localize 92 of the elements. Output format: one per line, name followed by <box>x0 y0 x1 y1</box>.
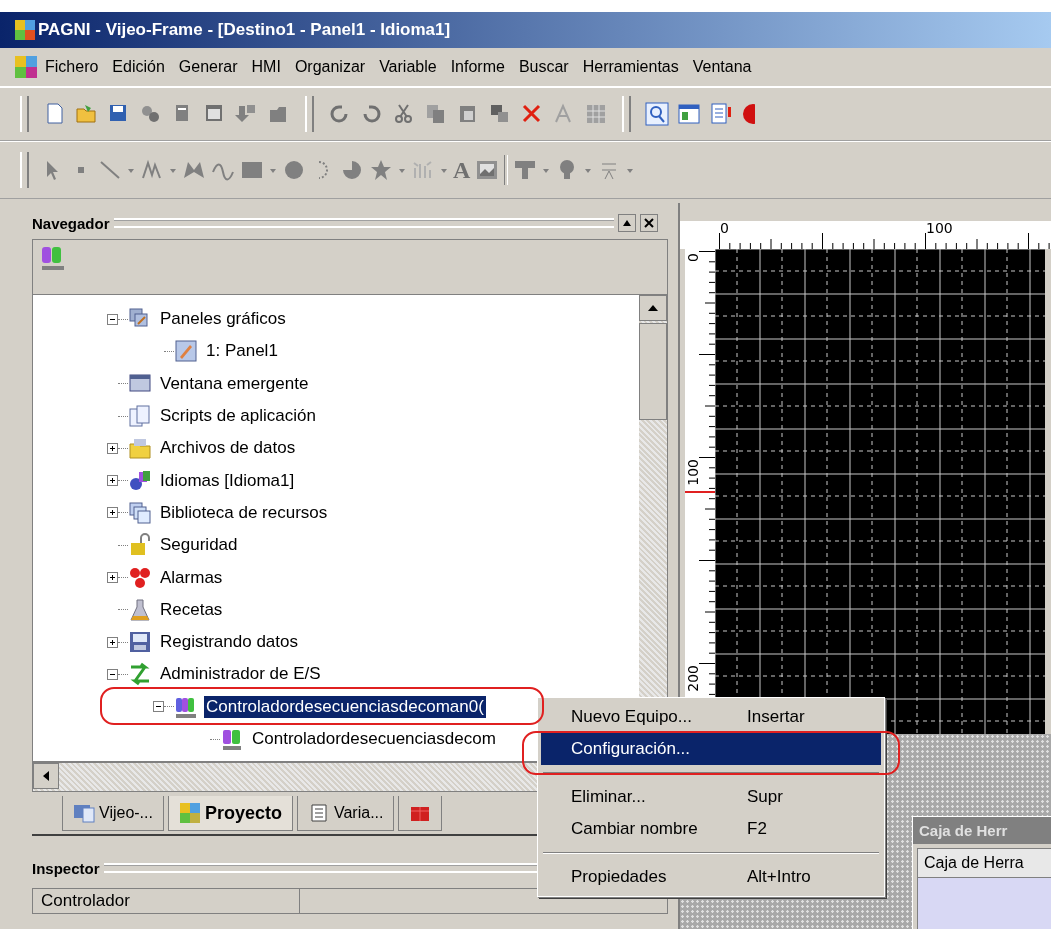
monitor-icon <box>73 802 95 824</box>
window-title: PAGNI - Vijeo-Frame - [Destino1 - Panel1 - Idioma1] <box>38 20 451 40</box>
ruler-label: 100 <box>686 459 700 486</box>
alarm-lights-icon <box>128 565 152 590</box>
tree-item[interactable]: 1: Panel1 <box>204 340 280 363</box>
documents-icon <box>128 404 152 429</box>
arrows-icon <box>128 662 152 687</box>
collapse-icon[interactable] <box>107 313 118 325</box>
window-title: Caja de Herr <box>913 817 1051 844</box>
switch-icon[interactable] <box>513 158 538 182</box>
menu-item[interactable]: Herramientas <box>575 58 686 76</box>
tree-item[interactable]: Scripts de aplicación <box>158 405 318 428</box>
tab[interactable] <box>398 796 443 831</box>
menu-item[interactable]: Ventana <box>685 58 759 76</box>
speech-bubbles-icon <box>128 468 152 493</box>
scroll-left-icon[interactable] <box>33 763 59 789</box>
record-icon[interactable] <box>741 102 755 126</box>
menu-item[interactable]: Buscar <box>511 58 576 76</box>
pie-icon[interactable] <box>340 158 364 182</box>
panel-grip[interactable] <box>113 218 614 228</box>
window-icon[interactable] <box>677 102 701 126</box>
circle-icon[interactable] <box>282 158 306 182</box>
tree-item[interactable]: Biblioteca de recursos <box>158 501 330 524</box>
tree-item[interactable]: Paneles gráficos <box>158 308 288 331</box>
folder-icon <box>128 436 152 461</box>
tab[interactable]: Varia... <box>297 796 395 831</box>
padlock-icon <box>128 533 152 558</box>
star-icon[interactable] <box>369 158 393 182</box>
tree-item[interactable]: Recetas <box>158 598 225 621</box>
tree-item[interactable]: Alarmas <box>158 566 225 589</box>
open-folder-icon[interactable] <box>75 102 99 126</box>
expand-icon[interactable] <box>107 475 118 487</box>
close-icon[interactable] <box>640 214 658 232</box>
menu-item[interactable]: Informe <box>443 58 512 76</box>
equipment-icon <box>220 727 244 751</box>
tree-item[interactable]: Idiomas [Idioma1] <box>158 469 297 492</box>
toolbar-grip[interactable] <box>20 96 29 132</box>
ruler-label: 0 <box>686 253 700 262</box>
ruler-marker <box>685 491 715 493</box>
menu-item[interactable]: Fichero <box>38 58 106 76</box>
toolbar-grip[interactable] <box>622 96 631 132</box>
zoom-icon[interactable] <box>645 102 669 126</box>
panel-title: Inspector <box>32 859 100 877</box>
equipment-icon[interactable] <box>39 244 67 272</box>
pencil-icon <box>174 339 198 364</box>
maximize-icon[interactable] <box>618 214 636 232</box>
tab[interactable]: Vijeo-... <box>62 796 164 831</box>
expand-icon[interactable] <box>107 572 118 583</box>
tree-item[interactable]: Registrando datos <box>158 631 300 654</box>
collapse-icon[interactable] <box>107 668 118 680</box>
expand-icon[interactable] <box>107 442 118 454</box>
report-icon[interactable] <box>709 102 733 126</box>
app-icon <box>178 802 201 824</box>
canvas-grid[interactable] <box>715 249 1045 734</box>
tree-item[interactable]: Seguridad <box>158 534 240 557</box>
tab[interactable]: Proyecto <box>167 796 293 831</box>
collapse-icon[interactable] <box>153 701 164 713</box>
expand-icon[interactable] <box>107 636 118 648</box>
scroll-icon <box>308 802 330 824</box>
ruler-label: 100 <box>926 221 953 235</box>
menu-item[interactable]: Edición <box>105 58 172 76</box>
toolbar-grip[interactable] <box>305 96 314 132</box>
menu-item[interactable]: Eliminar... Supr <box>541 781 881 813</box>
tree-item[interactable]: Ventana emergente <box>158 372 311 395</box>
picture-icon[interactable] <box>475 158 500 182</box>
menu-item[interactable]: Generar <box>171 58 245 76</box>
panel-title: Navegador <box>32 214 110 232</box>
app-icon <box>14 55 38 79</box>
ruler-label: 200 <box>686 665 700 692</box>
line-icon[interactable] <box>98 158 122 182</box>
menu-item[interactable]: Organizar <box>287 58 373 76</box>
menu-item[interactable]: Cambiar nombre F2 <box>541 813 881 845</box>
toolbox-header: Caja de Herra <box>917 848 1051 878</box>
flask-icon <box>128 597 152 622</box>
stacked-pages-icon <box>128 500 152 525</box>
tree-item[interactable]: Controladordesecuenciasdecom <box>250 728 498 750</box>
ruler-label: 0 <box>720 221 729 235</box>
tree-item[interactable]: Controladordesecuenciasdecoman0( <box>204 695 486 718</box>
scrollbar-thumb[interactable] <box>639 323 667 420</box>
grid-icon[interactable] <box>584 102 608 126</box>
property-cell: Controlador <box>33 889 300 913</box>
menu-item[interactable]: Nuevo Equipo... Insertar <box>541 701 881 733</box>
app-icon <box>14 19 36 41</box>
tree-item[interactable]: Administrador de E/S <box>158 663 323 686</box>
menu-item[interactable]: Configuración... <box>541 733 881 765</box>
expand-icon[interactable] <box>107 507 118 519</box>
tree-item[interactable]: Archivos de datos <box>158 437 298 460</box>
menu-item[interactable]: Variable <box>372 58 444 76</box>
toolbar-grip[interactable] <box>20 152 29 188</box>
menu-item[interactable]: HMI <box>244 58 288 76</box>
menu-item[interactable]: Propiedades Alt+Intro <box>541 861 881 893</box>
scroll-up-icon[interactable] <box>639 295 667 321</box>
